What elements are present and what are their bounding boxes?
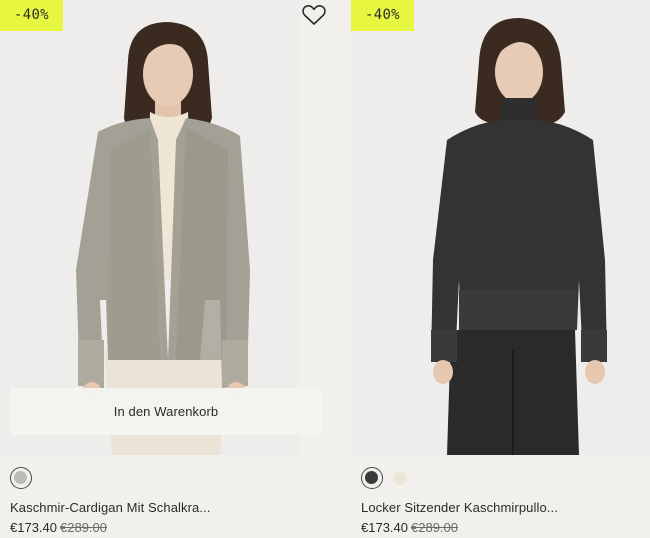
price-row: €173.40 €289.00 <box>10 520 107 535</box>
price-original: €289.00 <box>60 520 107 535</box>
product-photo-cardigan <box>0 0 300 455</box>
product-info: Locker Sitzender Kaschmirpullo... €173.4… <box>351 455 650 538</box>
discount-badge: -40% <box>351 0 414 31</box>
discount-badge: -40% <box>0 0 63 31</box>
color-swatch-charcoal[interactable] <box>361 467 383 489</box>
product-name[interactable]: Kaschmir-Cardigan Mit Schalkra... <box>10 500 211 515</box>
product-name[interactable]: Locker Sitzender Kaschmirpullo... <box>361 500 558 515</box>
product-photo-pullover <box>351 0 650 455</box>
product-card[interactable]: -40% In den Warenkorb Kaschmir-Cardigan … <box>0 0 322 538</box>
price-row: €173.40 €289.00 <box>361 520 458 535</box>
price-current: €173.40 <box>361 520 408 535</box>
price-current: €173.40 <box>10 520 57 535</box>
product-image[interactable] <box>351 0 650 455</box>
color-swatch-grey[interactable] <box>10 467 32 489</box>
swatch-dot <box>365 471 378 484</box>
product-card[interactable]: -40% Locker Sitzender Kaschmirpullo... €… <box>351 0 650 538</box>
color-swatch-cream[interactable] <box>389 467 411 489</box>
product-info: Kaschmir-Cardigan Mit Schalkra... €173.4… <box>0 455 300 538</box>
price-original: €289.00 <box>411 520 458 535</box>
swatch-dot <box>393 471 407 485</box>
swatch-dot <box>14 471 27 484</box>
add-to-cart-button[interactable]: In den Warenkorb <box>10 388 322 435</box>
product-grid: -40% In den Warenkorb Kaschmir-Cardigan … <box>0 0 650 538</box>
heart-icon[interactable] <box>301 3 327 27</box>
product-image[interactable] <box>0 0 300 455</box>
